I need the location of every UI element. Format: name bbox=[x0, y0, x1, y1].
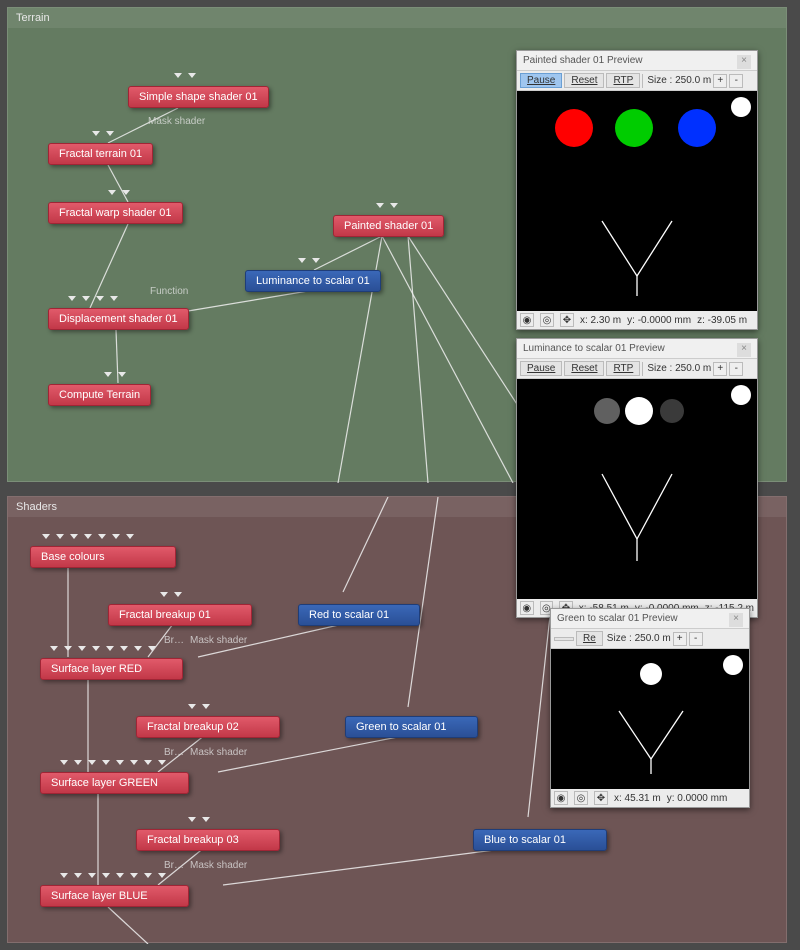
move-icon[interactable]: ✥ bbox=[594, 791, 608, 805]
label-br-2: Br… bbox=[164, 747, 184, 758]
prev-button[interactable] bbox=[554, 637, 574, 641]
preview-toolbar: Pause Reset RTP Size : 250.0 m + - bbox=[517, 358, 757, 379]
rtp-button[interactable]: RTP bbox=[606, 73, 640, 88]
node-fractal-terrain[interactable]: Fractal terrain 01 bbox=[48, 143, 153, 165]
node-fractal-breakup-3[interactable]: Fractal breakup 03 bbox=[136, 829, 280, 851]
minus-button[interactable]: - bbox=[729, 74, 743, 88]
rtp-button[interactable]: RTP bbox=[606, 361, 640, 376]
node-compute-terrain[interactable]: Compute Terrain bbox=[48, 384, 151, 406]
node-green-to-scalar[interactable]: Green to scalar 01 bbox=[345, 716, 478, 738]
size-label: Size : 250.0 m bbox=[607, 633, 671, 644]
plus-button[interactable]: + bbox=[713, 74, 727, 88]
reset-button[interactable]: Reset bbox=[564, 73, 604, 88]
node-fractal-breakup-2[interactable]: Fractal breakup 02 bbox=[136, 716, 280, 738]
node-fractal-warp-shader[interactable]: Fractal warp shader 01 bbox=[48, 202, 183, 224]
close-icon[interactable]: × bbox=[729, 613, 743, 627]
preview-green-scalar[interactable]: Green to scalar 01 Preview × Re Size : 2… bbox=[550, 608, 750, 808]
preview-title: Green to scalar 01 Preview × bbox=[551, 609, 749, 628]
node-surface-layer-red[interactable]: Surface layer RED bbox=[40, 658, 183, 680]
preview-toolbar: Pause Reset RTP Size : 250.0 m + - bbox=[517, 70, 757, 91]
preview-painted-shader[interactable]: Painted shader 01 Preview × Pause Reset … bbox=[516, 50, 758, 330]
coord-y: y: 0.0000 mm bbox=[667, 793, 728, 804]
preview-luminance-scalar[interactable]: Luminance to scalar 01 Preview × Pause R… bbox=[516, 338, 758, 618]
node-red-to-scalar[interactable]: Red to scalar 01 bbox=[298, 604, 420, 626]
preview-viewport[interactable] bbox=[551, 649, 749, 789]
label-br-3: Br… bbox=[164, 860, 184, 871]
node-luminance-to-scalar[interactable]: Luminance to scalar 01 bbox=[245, 270, 381, 292]
compass-icon[interactable] bbox=[723, 655, 743, 675]
label-mask-shader: Mask shader bbox=[148, 116, 205, 127]
label-mask-shader-3: Mask shader bbox=[190, 860, 247, 871]
coord-z: z: -39.05 m bbox=[697, 315, 747, 326]
node-displacement-shader[interactable]: Displacement shader 01 bbox=[48, 308, 189, 330]
terrain-panel-header[interactable]: Terrain bbox=[8, 8, 786, 28]
compass-icon[interactable] bbox=[731, 385, 751, 405]
size-label: Size : 250.0 m bbox=[647, 75, 711, 86]
label-mask-shader-2: Mask shader bbox=[190, 747, 247, 758]
plus-button[interactable]: + bbox=[713, 362, 727, 376]
pause-button[interactable]: Pause bbox=[520, 361, 562, 376]
node-fractal-breakup-1[interactable]: Fractal breakup 01 bbox=[108, 604, 252, 626]
label-br-1: Br… bbox=[164, 635, 184, 646]
node-blue-to-scalar[interactable]: Blue to scalar 01 bbox=[473, 829, 607, 851]
minus-button[interactable]: - bbox=[729, 362, 743, 376]
eye-icon[interactable]: ◉ bbox=[520, 601, 534, 615]
re-button[interactable]: Re bbox=[576, 631, 603, 646]
preview-toolbar: Re Size : 250.0 m + - bbox=[551, 628, 749, 649]
preview-statusbar: ◉ ◎ ✥ x: 2.30 m y: -0.0000 mm z: -39.05 … bbox=[517, 311, 757, 329]
preview-title: Luminance to scalar 01 Preview × bbox=[517, 339, 757, 358]
size-label: Size : 250.0 m bbox=[647, 363, 711, 374]
node-simple-shape-shader[interactable]: Simple shape shader 01 bbox=[128, 86, 269, 108]
close-icon[interactable]: × bbox=[737, 55, 751, 69]
coord-x: x: 45.31 m bbox=[614, 793, 661, 804]
compass-icon[interactable] bbox=[731, 97, 751, 117]
preview-viewport[interactable] bbox=[517, 91, 757, 311]
target-icon[interactable]: ◎ bbox=[574, 791, 588, 805]
preview-title: Painted shader 01 Preview × bbox=[517, 51, 757, 70]
label-function: Function bbox=[150, 286, 188, 297]
preview-statusbar: ◉ ◎ ✥ x: 45.31 m y: 0.0000 mm bbox=[551, 789, 749, 807]
move-icon[interactable]: ✥ bbox=[560, 313, 574, 327]
node-surface-layer-blue[interactable]: Surface layer BLUE bbox=[40, 885, 189, 907]
node-painted-shader[interactable]: Painted shader 01 bbox=[333, 215, 444, 237]
label-mask-shader-1: Mask shader bbox=[190, 635, 247, 646]
separator bbox=[642, 74, 643, 88]
eye-icon[interactable]: ◉ bbox=[554, 791, 568, 805]
coord-y: y: -0.0000 mm bbox=[627, 315, 691, 326]
preview-viewport[interactable] bbox=[517, 379, 757, 599]
close-icon[interactable]: × bbox=[737, 343, 751, 357]
coord-x: x: 2.30 m bbox=[580, 315, 621, 326]
separator bbox=[642, 362, 643, 376]
pause-button[interactable]: Pause bbox=[520, 73, 562, 88]
target-icon[interactable]: ◎ bbox=[540, 313, 554, 327]
eye-icon[interactable]: ◉ bbox=[520, 313, 534, 327]
node-base-colours[interactable]: Base colours bbox=[30, 546, 176, 568]
minus-button[interactable]: - bbox=[689, 632, 703, 646]
node-surface-layer-green[interactable]: Surface layer GREEN bbox=[40, 772, 189, 794]
reset-button[interactable]: Reset bbox=[564, 361, 604, 376]
plus-button[interactable]: + bbox=[673, 632, 687, 646]
